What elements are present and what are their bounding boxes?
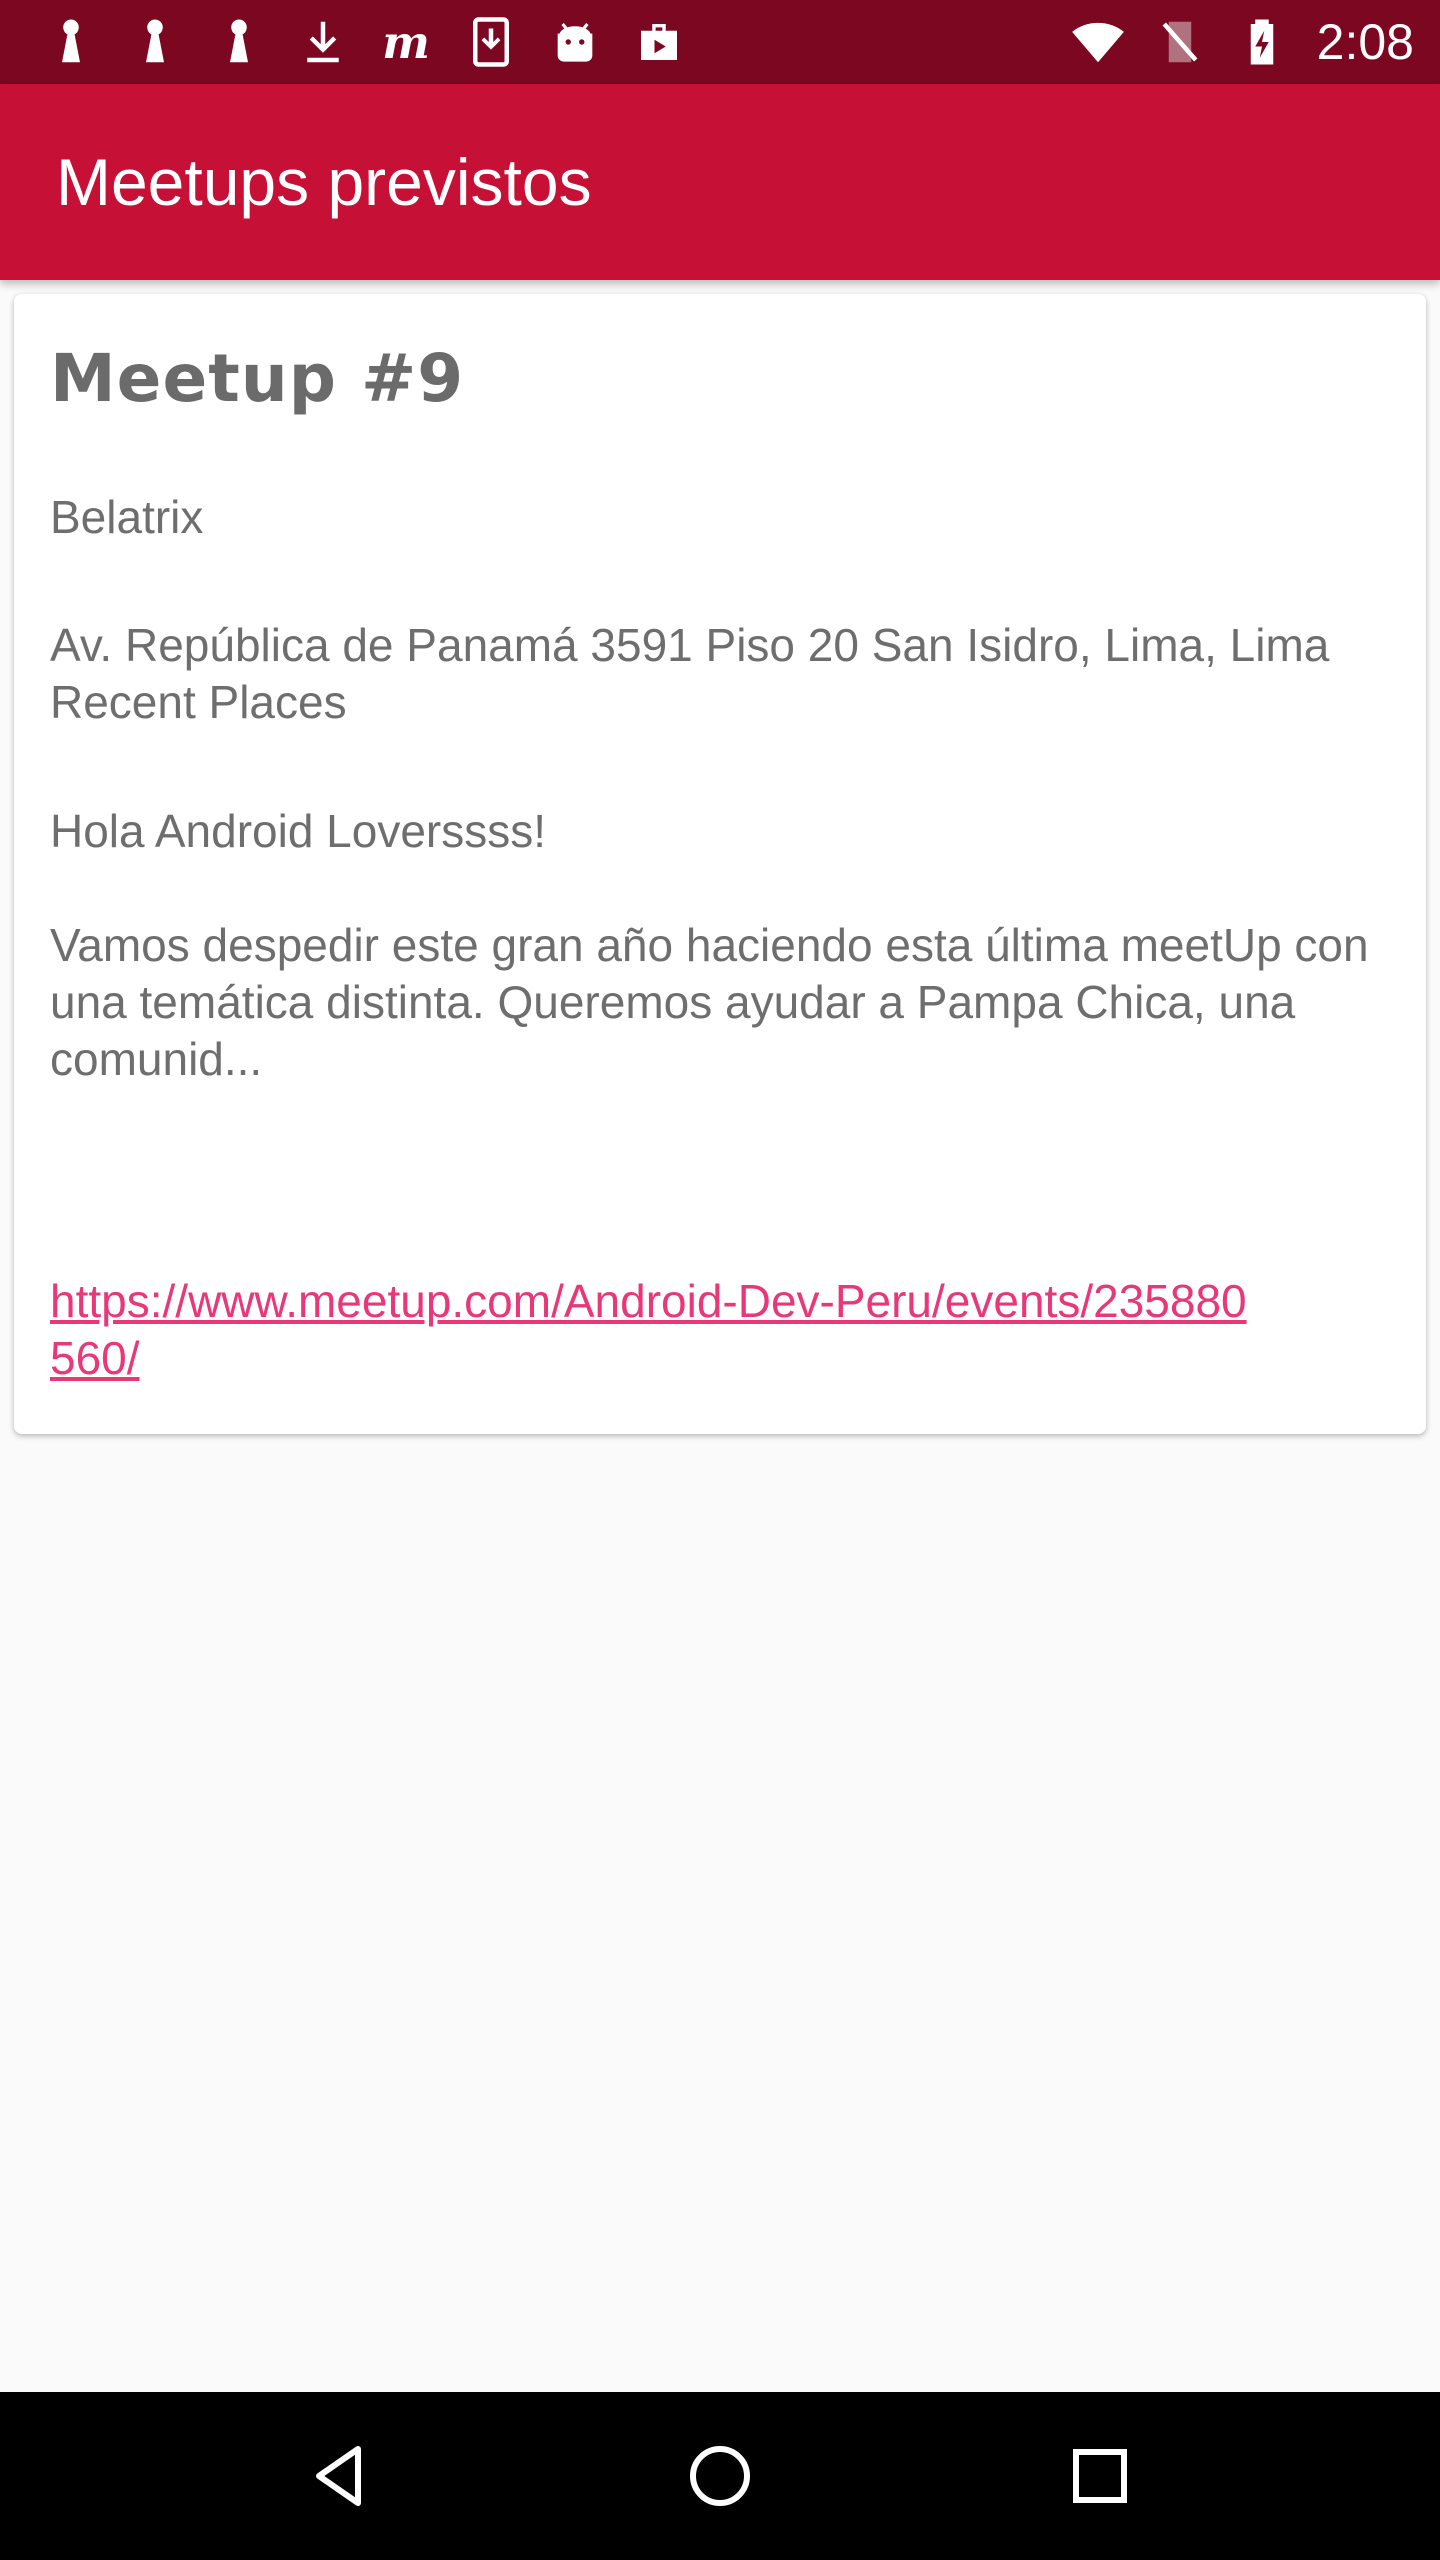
keyhole-icon (44, 15, 98, 69)
back-icon (316, 2446, 361, 2506)
home-icon (690, 2446, 750, 2506)
meetup-card[interactable]: Meetup #9 Belatrix Av. República de Pana… (14, 294, 1426, 1434)
meetup-description: Vamos despedir este gran año haciendo es… (50, 919, 1369, 1085)
back-button[interactable] (280, 2416, 400, 2536)
wifi-icon (1071, 15, 1125, 69)
meetup-title: Meetup #9 (50, 340, 465, 417)
address-line: Av. República de Panamá 3591 Piso 20 San… (50, 619, 1330, 671)
navigation-bar (0, 2392, 1440, 2560)
status-bar: m 2:08 (0, 0, 1440, 84)
battery-charging-icon (1235, 15, 1289, 69)
svg-text:m: m (382, 16, 430, 69)
system-indicators: 2:08 (1071, 13, 1414, 71)
meetup-address: Av. República de Panamá 3591 Piso 20 San… (50, 617, 1390, 731)
recents-icon (1073, 2449, 1127, 2503)
page-title: Meetups previstos (56, 145, 592, 219)
app-bar: Meetups previstos (0, 84, 1440, 280)
android-icon (548, 15, 602, 69)
meetup-icon: m (380, 15, 434, 69)
briefcase-icon (632, 15, 686, 69)
keyhole-icon (128, 15, 182, 69)
recents-button[interactable] (1040, 2416, 1160, 2536)
no-signal-icon (1153, 15, 1207, 69)
home-button[interactable] (660, 2416, 780, 2536)
meetup-greeting: Hola Android Loverssss! (50, 805, 547, 857)
keyhole-icon (212, 15, 266, 69)
download-icon (296, 15, 350, 69)
clock: 2:08 (1316, 14, 1414, 70)
meetup-link[interactable]: https://www.meetup.com/Android-Dev-Peru/… (50, 1273, 1260, 1387)
meetup-group: Belatrix (50, 491, 204, 543)
file-download-icon (464, 15, 518, 69)
address-line-secondary: Recent Places (50, 676, 347, 728)
notification-icons: m (44, 15, 686, 69)
